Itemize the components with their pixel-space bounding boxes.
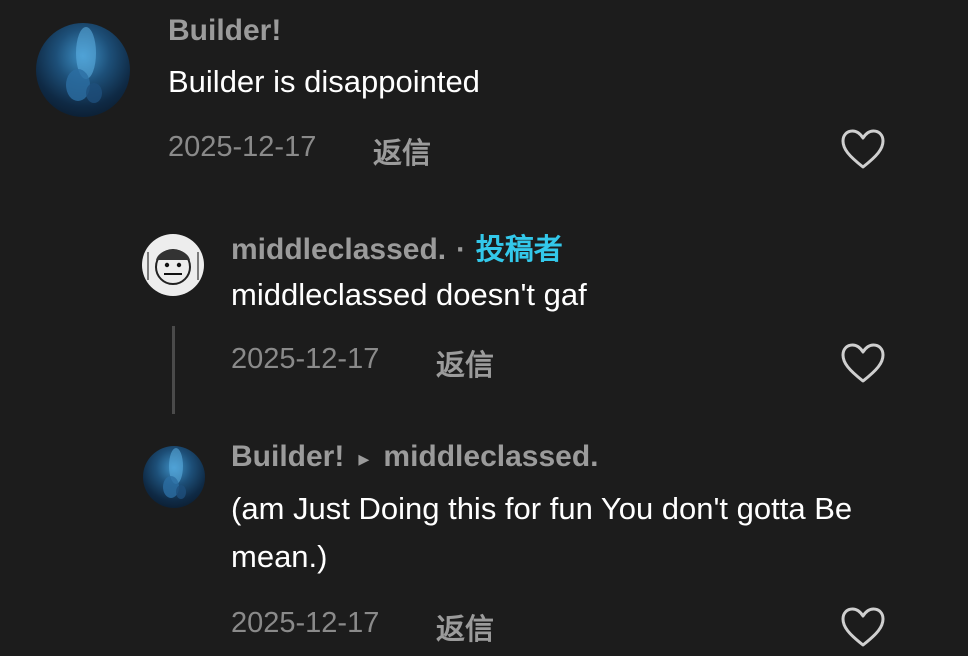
avatar-builder-image: [163, 448, 186, 499]
separator-dot: ·: [456, 234, 466, 266]
comment-username[interactable]: Builder!: [231, 440, 344, 474]
reply-to-username[interactable]: middleclassed.: [383, 440, 598, 474]
comment-date: 2025-12-17: [231, 343, 380, 375]
heart-outline-icon[interactable]: [840, 342, 886, 384]
comment-text: middleclassed doesn't gaf: [231, 277, 587, 312]
author-badge: 投稿者: [475, 234, 563, 266]
thread-line: [172, 326, 175, 414]
reply-button[interactable]: 返信: [436, 606, 494, 648]
comment-username[interactable]: middleclassed.: [231, 233, 446, 267]
reply-button[interactable]: 返信: [373, 130, 431, 172]
comment-date: 2025-12-17: [168, 131, 317, 163]
avatar-middleclassed[interactable]: [142, 234, 204, 296]
comment-text: Builder is disappointed: [168, 64, 480, 99]
avatar-builder-image: [66, 27, 102, 103]
reply-header: middleclassed. · 投稿者: [231, 226, 563, 268]
reply-button[interactable]: 返信: [436, 342, 494, 384]
heart-outline-icon[interactable]: [840, 606, 886, 648]
comment-username[interactable]: Builder!: [168, 14, 281, 48]
avatar-builder[interactable]: [143, 446, 205, 508]
avatar-middleclassed-image: [147, 249, 199, 285]
heart-outline-icon[interactable]: [840, 128, 886, 170]
reply-header: Builder! ▸ middleclassed.: [231, 440, 599, 474]
avatar-builder[interactable]: [36, 23, 130, 117]
comment-text: (am Just Doing this for fun You don't go…: [231, 491, 853, 574]
comment-date: 2025-12-17: [231, 607, 380, 639]
reply-to-arrow-icon: ▸: [358, 446, 370, 471]
